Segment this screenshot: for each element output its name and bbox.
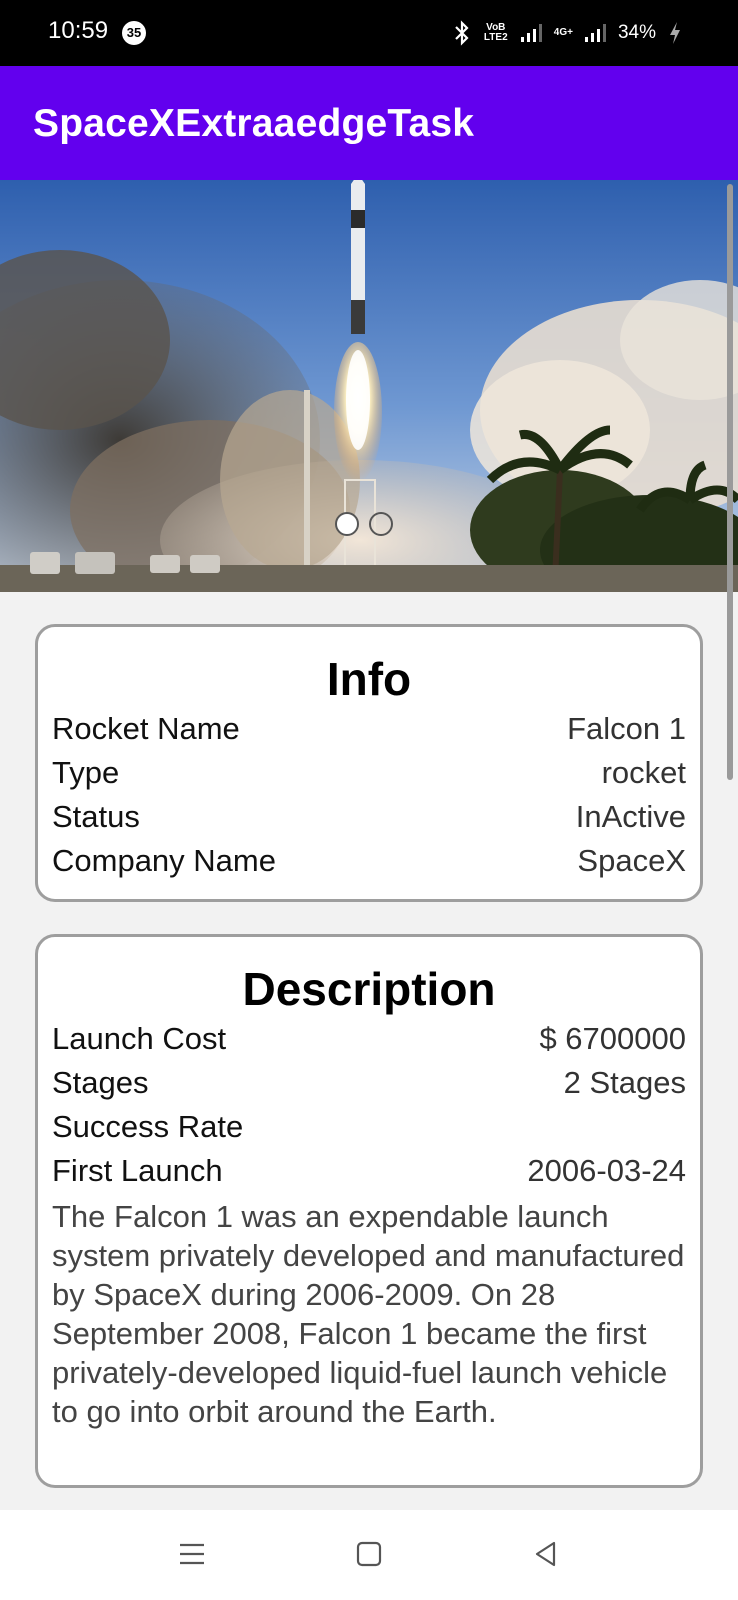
desc-row-first-launch: First Launch 2006-03-24 — [52, 1149, 686, 1193]
desc-row-stages: Stages 2 Stages — [52, 1061, 686, 1105]
description-text: The Falcon 1 was an expendable launch sy… — [52, 1199, 685, 1429]
carousel-dot-1[interactable] — [335, 512, 359, 536]
desc-row-launch-cost: Launch Cost $ 6700000 — [52, 1017, 686, 1061]
menu-icon[interactable] — [172, 1534, 212, 1574]
bluetooth-icon — [455, 20, 469, 46]
back-icon[interactable] — [526, 1534, 566, 1574]
scrollbar[interactable] — [727, 184, 733, 780]
notification-badge: 35 — [122, 21, 146, 45]
info-row-type: Type rocket — [52, 751, 686, 795]
info-row-status: Status InActive — [52, 795, 686, 839]
app-bar: SpaceXExtraaedgeTask — [0, 66, 738, 180]
info-row-company-name: Company Name SpaceX — [52, 839, 686, 883]
signal-icon — [520, 24, 542, 42]
home-icon[interactable] — [349, 1534, 389, 1574]
network-type-icon: 4G+ — [553, 27, 573, 38]
info-label: Rocket Name — [52, 711, 240, 746]
system-nav-bar — [0, 1510, 738, 1600]
desc-label: First Launch — [52, 1153, 223, 1188]
desc-label: Success Rate — [52, 1109, 244, 1144]
signal-icon-2 — [584, 24, 606, 42]
info-value: SpaceX — [577, 843, 686, 878]
info-heading: Info — [326, 653, 412, 705]
status-bar: 10:59 35 VoB LTE2 4G+ 34% — [0, 0, 738, 66]
desc-value: 2 Stages — [563, 1065, 686, 1100]
info-card: Info Rocket Name Falcon 1 Type rocket St… — [35, 624, 703, 902]
info-label: Status — [52, 799, 140, 834]
battery-level: 34% — [617, 22, 656, 43]
carousel-dot-2[interactable] — [369, 512, 393, 536]
status-icons: VoB LTE2 4G+ 34% — [453, 20, 682, 46]
info-label: Type — [52, 755, 120, 790]
carousel-indicator — [335, 512, 393, 536]
description-card: Description Launch Cost $ 6700000 Stages… — [35, 934, 703, 1488]
charging-icon — [670, 22, 680, 44]
desc-row-success-rate: Success Rate — [52, 1105, 686, 1149]
info-row-rocket-name: Rocket Name Falcon 1 — [52, 707, 686, 751]
volte-icon: VoB LTE2 — [483, 22, 508, 43]
info-label: Company Name — [52, 843, 276, 878]
info-value: rocket — [601, 755, 686, 790]
desc-value: 2006-03-24 — [527, 1153, 686, 1188]
description-heading: Description — [242, 963, 496, 1015]
info-value: InActive — [575, 799, 686, 834]
info-rows: Rocket Name Falcon 1 Type rocket Status … — [52, 707, 686, 883]
desc-value: $ 6700000 — [539, 1021, 686, 1056]
desc-label: Launch Cost — [52, 1021, 227, 1056]
info-value: Falcon 1 — [567, 711, 686, 746]
status-time: 10:59 — [48, 17, 109, 44]
desc-label: Stages — [52, 1065, 149, 1100]
app-title: SpaceXExtraaedgeTask — [33, 102, 475, 145]
